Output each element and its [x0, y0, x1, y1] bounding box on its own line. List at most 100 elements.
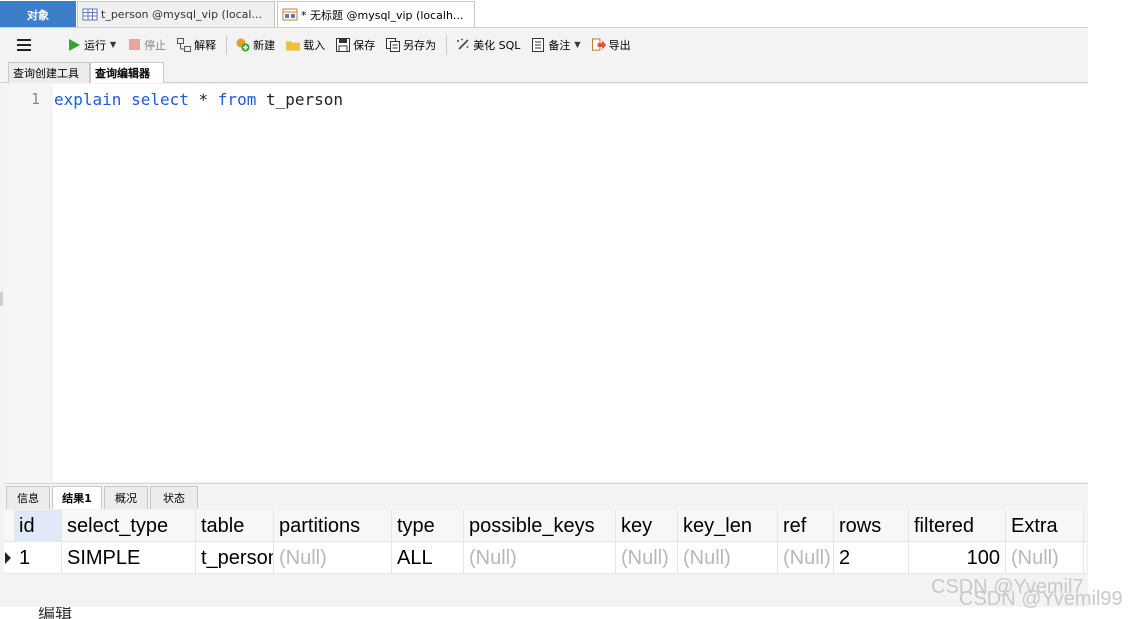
navicat-window: 对象 t_person @mysql_vip (local... * 无标题 @…	[0, 0, 1088, 607]
current-row-marker-icon	[5, 552, 11, 564]
notes-button[interactable]: 备注 ▼	[528, 33, 583, 57]
load-label: 载入	[303, 38, 326, 52]
tab-untitled-query[interactable]: * 无标题 @mysql_vip (localh...	[277, 1, 475, 27]
tab-result-1[interactable]: 结果1	[52, 486, 102, 509]
tab-query-editor[interactable]: 查询编辑器	[90, 62, 164, 83]
tab-profile[interactable]: 概况	[104, 486, 148, 509]
token-star: *	[198, 90, 209, 109]
menu-button[interactable]	[14, 33, 34, 57]
export-label: 导出	[608, 38, 631, 52]
tab-objects-label: 对象	[27, 8, 49, 22]
line-number-gutter: 1	[4, 84, 53, 482]
cell-table[interactable]: t_person	[196, 542, 274, 574]
query-icon	[282, 8, 298, 21]
result-tabs: 信息 结果1 概况 状态	[4, 483, 1088, 509]
cell-key-len[interactable]: (Null)	[678, 542, 778, 574]
save-as-icon	[386, 37, 401, 52]
explain-label: 解释	[194, 38, 217, 52]
play-icon	[67, 38, 81, 52]
column-header-key-len[interactable]: key_len	[678, 510, 778, 542]
toolbar-divider	[446, 34, 448, 55]
line-number: 1	[30, 90, 40, 108]
table-icon	[82, 8, 98, 21]
result-grid: id select_type table partitions type pos…	[4, 510, 1086, 574]
explain-icon	[177, 37, 192, 52]
column-header-table[interactable]: table	[196, 510, 274, 542]
keyword-select: select	[131, 90, 189, 109]
column-header-select-type[interactable]: select_type	[62, 510, 196, 542]
export-icon	[591, 37, 606, 52]
tab-result-1-label: 结果1	[62, 492, 92, 505]
load-button[interactable]: 载入	[283, 33, 328, 57]
save-as-button[interactable]: 另存为	[383, 33, 439, 57]
menu-icon	[17, 38, 31, 51]
cell-key[interactable]: (Null)	[616, 542, 678, 574]
column-header-id[interactable]: id	[14, 510, 62, 542]
save-label: 保存	[353, 38, 376, 52]
save-as-label: 另存为	[403, 38, 437, 52]
run-button[interactable]: 运行 ▼	[64, 33, 119, 57]
run-dropdown-icon[interactable]: ▼	[110, 40, 116, 49]
new-query-icon	[236, 38, 250, 52]
column-header-extra[interactable]: Extra	[1006, 510, 1084, 542]
column-header-type[interactable]: type	[392, 510, 464, 542]
toolbar-divider	[226, 34, 228, 55]
cell-rows[interactable]: 2	[834, 542, 909, 574]
watermark-text: CSDN @Yvemil99	[959, 588, 1123, 610]
column-header-filtered[interactable]: filtered	[909, 510, 1006, 542]
keyword-explain: explain	[54, 90, 122, 109]
column-header-key[interactable]: key	[616, 510, 678, 542]
notes-label: 备注	[548, 38, 571, 52]
cell-possible-keys[interactable]: (Null)	[464, 542, 616, 574]
column-header-partitions[interactable]: partitions	[274, 510, 392, 542]
new-button[interactable]: 新建	[233, 33, 278, 57]
cell-extra[interactable]: (Null)	[1006, 542, 1084, 574]
column-header-possible-keys[interactable]: possible_keys	[464, 510, 616, 542]
tab-untitled-label: * 无标题 @mysql_vip (localh...	[301, 8, 464, 22]
beautify-sql-button[interactable]: 美化 SQL	[453, 33, 523, 57]
tab-query-builder-label: 查询创建工具	[13, 67, 79, 80]
magic-wand-icon	[456, 38, 470, 52]
stop-label: 停止	[144, 38, 167, 52]
code-line[interactable]: explain select * from t_person	[54, 90, 343, 109]
explain-button[interactable]: 解释	[174, 33, 219, 57]
tab-profile-label: 概况	[115, 492, 137, 505]
cell-select-type[interactable]: SIMPLE	[62, 542, 196, 574]
query-toolbar: 运行 ▼ 停止 解释 新建 载入 保存 另存为 美化 SQL 备注 ▼ 导出	[0, 29, 1088, 60]
folder-icon	[286, 38, 301, 52]
beautify-sql-label: 美化 SQL	[473, 38, 521, 52]
stop-icon	[127, 38, 141, 52]
save-button[interactable]: 保存	[333, 33, 378, 57]
stop-button[interactable]: 停止	[124, 33, 169, 57]
cell-type[interactable]: ALL	[392, 542, 464, 574]
cut-off-caption: 编辑	[38, 607, 72, 619]
tab-t-person-label: t_person @mysql_vip (local...	[101, 8, 262, 21]
document-tab-strip: 对象 t_person @mysql_vip (local... * 无标题 @…	[0, 0, 1088, 28]
cell-partitions[interactable]: (Null)	[274, 542, 392, 574]
save-icon	[336, 37, 351, 52]
new-label: 新建	[253, 38, 276, 52]
tab-query-editor-label: 查询编辑器	[95, 67, 150, 80]
tab-t-person-table[interactable]: t_person @mysql_vip (local...	[77, 1, 275, 27]
run-label: 运行	[84, 38, 106, 52]
tab-status[interactable]: 状态	[150, 486, 198, 509]
table-row[interactable]: 1 SIMPLE t_person (Null) ALL (Null) (Nul…	[4, 542, 1086, 574]
tab-query-builder[interactable]: 查询创建工具	[8, 62, 90, 83]
column-header-ref[interactable]: ref	[778, 510, 834, 542]
column-header-rows[interactable]: rows	[834, 510, 909, 542]
export-button[interactable]: 导出	[589, 33, 634, 57]
editor-mode-tabs: 查询创建工具 查询编辑器	[0, 60, 1088, 83]
grid-header-row: id select_type table partitions type pos…	[4, 510, 1086, 542]
sql-editor[interactable]: 1 explain select * from t_person	[4, 84, 1088, 482]
tab-status-label: 状态	[163, 492, 185, 505]
token-table-name: t_person	[265, 90, 344, 109]
tab-info[interactable]: 信息	[6, 486, 50, 509]
cell-ref[interactable]: (Null)	[778, 542, 834, 574]
cell-filtered[interactable]: 100	[909, 542, 1006, 574]
notes-dropdown-icon[interactable]: ▼	[574, 40, 580, 49]
splitter-handle[interactable]	[0, 292, 3, 306]
tab-info-label: 信息	[17, 492, 39, 505]
keyword-from: from	[217, 90, 257, 109]
cell-id[interactable]: 1	[14, 542, 62, 574]
tab-objects[interactable]: 对象	[0, 1, 76, 27]
